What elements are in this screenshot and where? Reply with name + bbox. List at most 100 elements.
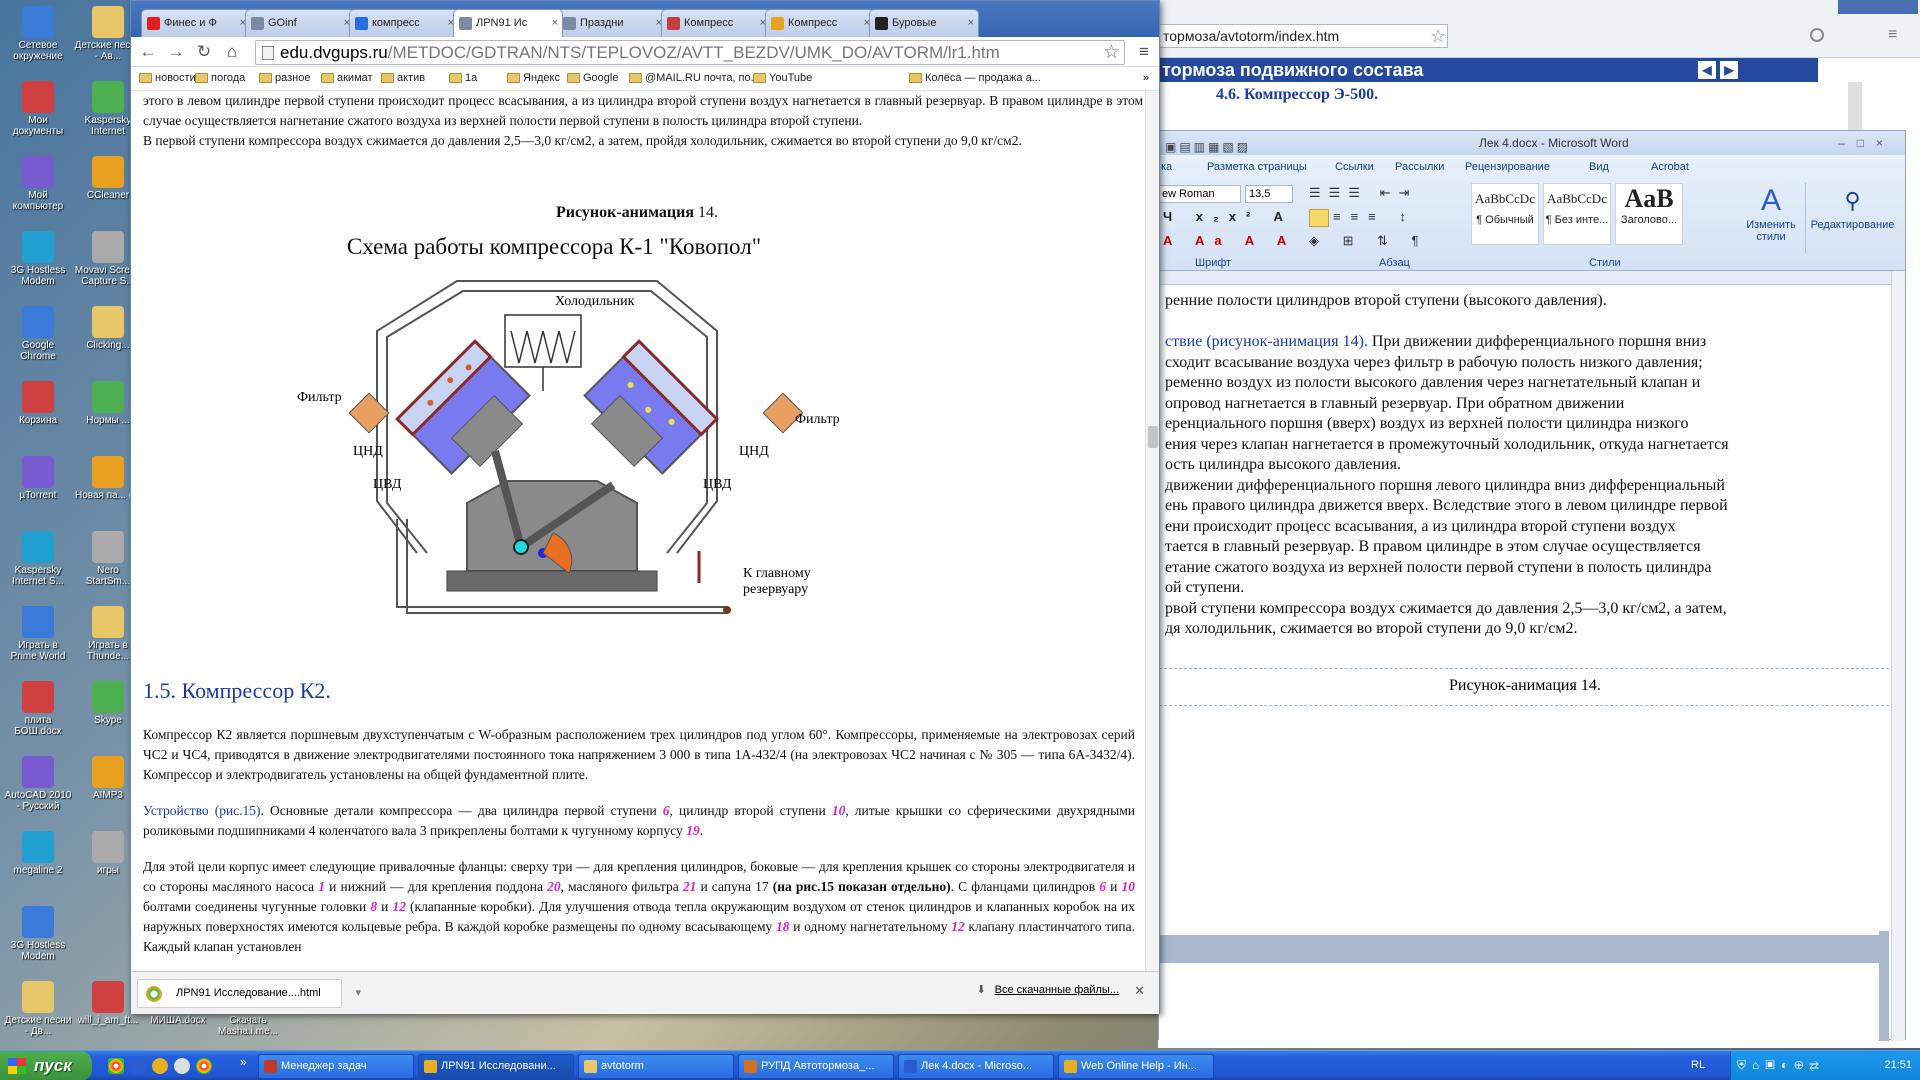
- download-shelf: ЛРN91 Исследование....html ▾ ⬇ Все скача…: [131, 971, 1159, 1014]
- word-quicklaunch-icon[interactable]: [130, 1058, 146, 1074]
- tab-1[interactable]: Финес и Ф ×: [141, 9, 251, 37]
- page-scrollbar[interactable]: [1145, 91, 1159, 971]
- language-indicator[interactable]: RL: [1691, 1059, 1705, 1071]
- word-tab[interactable]: Acrobat: [1651, 161, 1689, 173]
- font-name-select[interactable]: ew Roman: [1159, 185, 1241, 203]
- desktop-icon[interactable]: Мои документы: [4, 77, 72, 147]
- word-ruler[interactable]: [1159, 271, 1905, 285]
- tab-6[interactable]: Компресс ×: [661, 9, 771, 37]
- quicklaunch-more[interactable]: »: [240, 1055, 247, 1069]
- bookmark-item[interactable]: погода: [193, 67, 245, 89]
- taskbar-button[interactable]: avtotorm: [578, 1054, 734, 1079]
- star-icon[interactable]: ☆: [1430, 26, 1446, 47]
- window-controls[interactable]: [1045, 1, 1155, 9]
- desktop-icon[interactable]: Мой компьютер: [4, 152, 72, 222]
- search-icon[interactable]: [1810, 28, 1824, 42]
- chrome-menu-icon[interactable]: ≡: [1133, 41, 1155, 63]
- word-tab[interactable]: Ссылки: [1335, 161, 1374, 173]
- folder-icon: [753, 73, 766, 83]
- word-tab[interactable]: Рассылки: [1395, 161, 1444, 173]
- chevron-down-icon[interactable]: ▾: [355, 980, 361, 1007]
- align-buttons[interactable]: ≡≡≡ ↕: [1333, 209, 1416, 224]
- window-controls[interactable]: [1838, 0, 1918, 14]
- word-scrollbar[interactable]: [1891, 271, 1905, 1041]
- desktop-icon[interactable]: µTorrent: [4, 452, 72, 522]
- editing-button[interactable]: ⚲ Редактирование: [1805, 183, 1899, 253]
- bookmark-item[interactable]: Яндекс: [505, 67, 560, 89]
- bookmark-item[interactable]: новости: [137, 67, 196, 89]
- style-item[interactable]: AaB Заголово...: [1615, 183, 1683, 245]
- scrollbar-thumb[interactable]: [1148, 426, 1158, 448]
- desktop-icon[interactable]: Корзина: [4, 377, 72, 447]
- desktop-icon[interactable]: Сетевое окружение: [4, 2, 72, 72]
- aimp-quicklaunch-icon[interactable]: [152, 1058, 168, 1074]
- style-item[interactable]: AaBbCcDc ¶ Обычный: [1471, 183, 1539, 245]
- bookmark-item[interactable]: Колёса — продажа а...: [907, 67, 1041, 89]
- bookmark-item[interactable]: актив: [379, 67, 425, 89]
- taskbar-button[interactable]: РУПД Автотормоза_...: [738, 1054, 894, 1079]
- word-tab[interactable]: Разметка страницы: [1207, 161, 1307, 173]
- desktop-icon[interactable]: megaline 2: [4, 827, 72, 897]
- forward-icon[interactable]: →: [165, 41, 187, 63]
- bookmark-item[interactable]: @MAIL.RU почта, по...: [627, 67, 760, 89]
- background-scrollbar[interactable]: [1848, 82, 1862, 130]
- word-tab[interactable]: Рецензирование: [1465, 161, 1550, 173]
- desktop-icon[interactable]: AutoCAD 2010 - Русский: [4, 752, 72, 822]
- font-size-select[interactable]: 13,5: [1245, 185, 1293, 203]
- bookmark-item[interactable]: 1а: [447, 67, 477, 89]
- address-bar[interactable]: edu.dvgups.ru/METDOC/GDTRAN/NTS/TEPLOVOZ…: [255, 40, 1125, 65]
- change-styles-button[interactable]: A Изменить стили: [1741, 183, 1801, 253]
- device-link[interactable]: Устройство (рис.15): [143, 803, 261, 818]
- tab-8[interactable]: Буровые ×: [869, 9, 979, 37]
- desktop-icon[interactable]: плита БОШ.docx: [4, 677, 72, 747]
- word-window-controls[interactable]: –□×: [1838, 131, 1895, 155]
- home-icon[interactable]: ⌂: [221, 41, 243, 63]
- bookmark-item[interactable]: YouTube: [751, 67, 812, 89]
- tab-3[interactable]: компресс ×: [349, 9, 459, 37]
- desktop-icon[interactable]: Играть в Prime World: [4, 602, 72, 672]
- bookmarks-more[interactable]: »: [1143, 67, 1149, 89]
- bookmark-item[interactable]: акимат: [319, 67, 373, 89]
- chrome-quicklaunch-icon-2[interactable]: [196, 1058, 212, 1074]
- tab-2[interactable]: GOinf ×: [245, 9, 355, 37]
- menu-icon[interactable]: ≡: [1888, 26, 1897, 44]
- tab-5[interactable]: Праздни ×: [557, 9, 667, 37]
- close-icon[interactable]: ✕: [1134, 983, 1145, 999]
- font-format-buttons[interactable]: Ч x₂x² A: [1163, 209, 1293, 224]
- bookmark-star-icon[interactable]: ☆: [1103, 41, 1120, 64]
- desktop-icon[interactable]: 3G Hostless Modem: [4, 902, 72, 972]
- tab-7[interactable]: Компресс ×: [765, 9, 875, 37]
- paragraph-list-buttons[interactable]: ☰☰☰ ⇤⇥: [1309, 185, 1417, 201]
- tab-4[interactable]: ЛРN91 Ис ×: [453, 9, 563, 37]
- bookmark-item[interactable]: Google: [565, 67, 618, 89]
- taskbar-button[interactable]: Web Online Help - Ин...: [1058, 1054, 1214, 1079]
- all-downloads-link[interactable]: ⬇ Все скачанные файлы...: [977, 984, 1119, 996]
- desktop-icon[interactable]: Детские песни - Дв...: [4, 977, 72, 1047]
- background-address-bar[interactable]: тормоза/avtotorm/index.htm: [1158, 24, 1448, 48]
- next-arrow-icon[interactable]: ▶: [1720, 61, 1738, 79]
- tab-close-icon[interactable]: ×: [552, 10, 558, 36]
- bookmark-item[interactable]: разное: [257, 67, 310, 89]
- back-icon[interactable]: ←: [137, 41, 159, 63]
- download-item[interactable]: ЛРN91 Исследование....html ▾: [137, 979, 361, 1008]
- font-color-buttons[interactable]: A Aa A A: [1163, 233, 1296, 248]
- taskbar-button[interactable]: ЛРN91 Исследовани...: [418, 1054, 574, 1079]
- taskbar-button[interactable]: Менеджер задач: [258, 1054, 414, 1079]
- tab-close-icon[interactable]: ×: [968, 10, 974, 36]
- reload-icon[interactable]: ↻: [193, 41, 215, 63]
- word-tab[interactable]: Вид: [1589, 161, 1609, 173]
- align-left-button[interactable]: [1309, 209, 1329, 227]
- chrome-quicklaunch-icon[interactable]: [108, 1058, 124, 1074]
- desktop-icon[interactable]: 3G Hostless Modem: [4, 227, 72, 297]
- settings-quicklaunch-icon[interactable]: [174, 1058, 190, 1074]
- taskbar-button[interactable]: Лек 4.docx - Microso...: [898, 1054, 1054, 1079]
- desktop-icon[interactable]: Google Chrome: [4, 302, 72, 372]
- tray-icons[interactable]: ⛨⌂▣◐⊕⇄: [1737, 1058, 1825, 1073]
- word-link-text[interactable]: ствие (рисунок-анимация 14).: [1165, 333, 1368, 350]
- style-item[interactable]: AaBbCcDc ¶ Без инте...: [1543, 183, 1611, 245]
- desktop-icon[interactable]: Kaspersky Internet S...: [4, 527, 72, 597]
- paragraph-shading-buttons[interactable]: ◈ ⊞ ⇅ ¶: [1309, 233, 1429, 249]
- word-tab[interactable]: ка: [1161, 161, 1172, 173]
- start-button[interactable]: пуск: [0, 1051, 92, 1080]
- prev-arrow-icon[interactable]: ◀: [1698, 61, 1716, 79]
